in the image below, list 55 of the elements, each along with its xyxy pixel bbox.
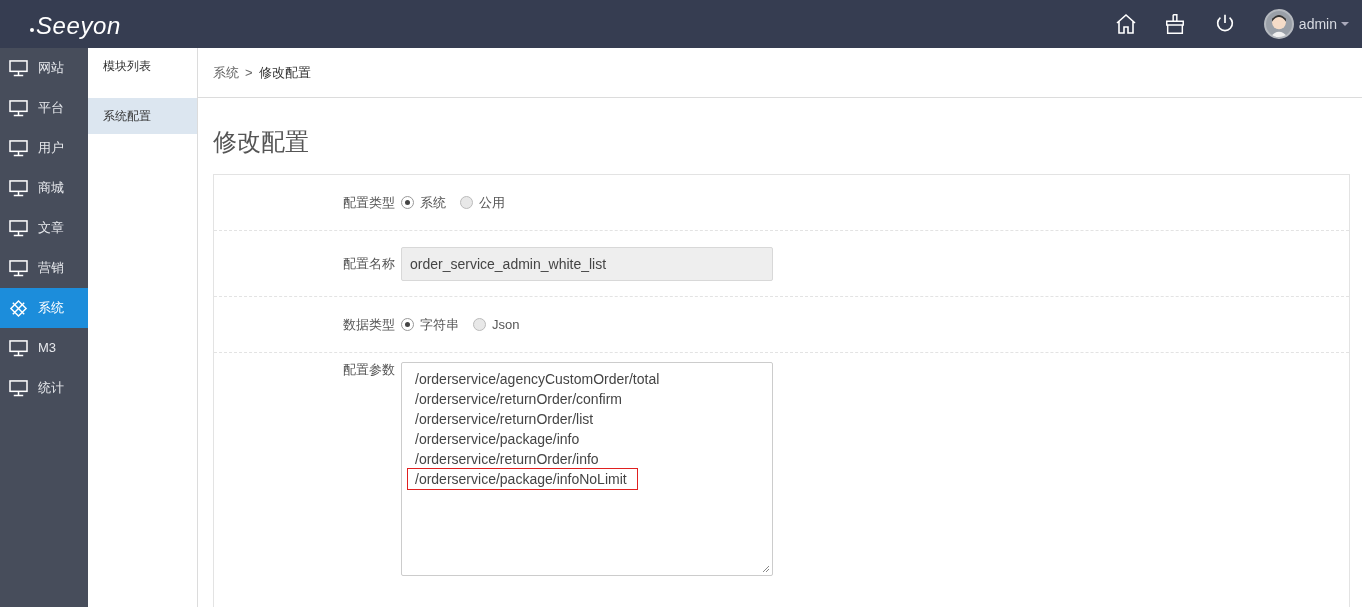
sidebar-item[interactable]: 商城	[0, 168, 88, 208]
field-label: 配置名称	[342, 254, 396, 273]
radio-label: 字符串	[420, 315, 459, 334]
resize-handle-icon[interactable]	[762, 565, 770, 573]
radio-label: 公用	[479, 193, 505, 212]
field-label: 数据类型	[342, 315, 396, 334]
submenu-item[interactable]: 系统配置	[88, 98, 197, 134]
radio-button[interactable]	[473, 318, 486, 331]
monitor-icon	[9, 339, 28, 357]
sidebar-item[interactable]: 营销	[0, 248, 88, 288]
sidebar-label: 网站	[38, 59, 64, 78]
sidebar-item[interactable]: M3	[0, 328, 88, 368]
radio-button[interactable]	[401, 196, 414, 209]
avatar-icon	[1263, 9, 1294, 39]
param-line: /orderservice/returnOrder/list	[414, 410, 594, 429]
sidebar-label: 营销	[38, 259, 64, 278]
params-textarea[interactable]: /orderservice/agencyCustomOrder/total /orderservice/returnOrder/confirm /orderservice/returnOrder/list /orderservice/package/info /orderservice/returnOrder/info /orderservice/package/infoNoLimit	[401, 362, 773, 576]
submenu-item[interactable]: 模块列表	[88, 48, 197, 84]
monitor-icon	[9, 259, 28, 277]
breadcrumb-separator: >	[245, 63, 253, 82]
sidebar-label: 商城	[38, 179, 64, 198]
monitor-icon	[9, 379, 28, 397]
field-label: 配置类型	[342, 193, 396, 212]
breadcrumb-current: 修改配置	[258, 63, 311, 82]
radio-label: Json	[492, 315, 520, 334]
param-line: /orderservice/returnOrder/confirm	[414, 390, 622, 409]
param-line: /orderservice/returnOrder/info	[414, 450, 599, 469]
radio-button[interactable]	[460, 196, 473, 209]
user-menu[interactable]: admin	[1298, 13, 1349, 35]
sidebar-item[interactable]: 用户	[0, 128, 88, 168]
monitor-icon	[9, 59, 28, 77]
monitor-icon	[9, 179, 28, 197]
network-icon	[9, 298, 28, 318]
monitor-icon	[9, 139, 28, 157]
sidebar-label: 文章	[38, 219, 64, 238]
monitor-icon	[9, 219, 28, 237]
monitor-icon	[9, 99, 28, 117]
field-label: 配置参数	[342, 361, 396, 379]
page-title: 修改配置	[213, 130, 310, 154]
sidebar-label: 平台	[38, 99, 64, 118]
radio-button[interactable]	[401, 318, 414, 331]
radio-label: 系统	[420, 193, 446, 212]
sidebar-label: 统计	[38, 379, 64, 398]
param-line: /orderservice/agencyCustomOrder/total	[414, 370, 660, 389]
sidebar-label: 用户	[38, 139, 64, 158]
sidebar-item[interactable]: 平台	[0, 88, 88, 128]
logo: Seeyon	[36, 14, 121, 38]
sidebar-label: 系统	[38, 299, 64, 318]
sidebar-item[interactable]: 统计	[0, 368, 88, 408]
sidebar-item[interactable]: 系统	[0, 288, 88, 328]
breadcrumb-link[interactable]: 系统	[213, 62, 239, 83]
sidebar-item[interactable]: 网站	[0, 48, 88, 88]
sidebar-item[interactable]: 文章	[0, 208, 88, 248]
sidebar-label: M3	[38, 339, 57, 358]
param-line: /orderservice/package/info	[414, 430, 580, 449]
